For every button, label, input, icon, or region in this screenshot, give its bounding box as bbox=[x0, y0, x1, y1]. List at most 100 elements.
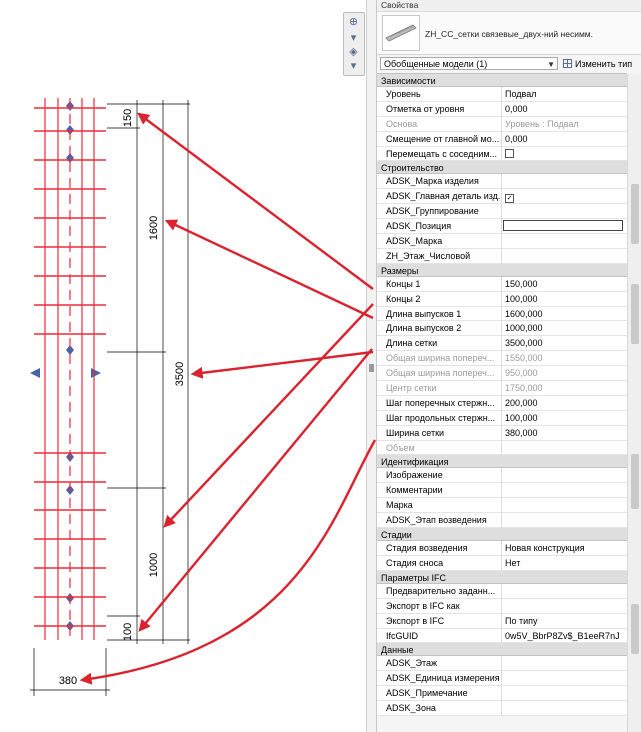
property-row[interactable]: Общая ширина попереч... 950,000 bbox=[377, 366, 627, 382]
property-value[interactable] bbox=[503, 174, 627, 188]
property-row[interactable]: Центр сетки 1750,000 bbox=[377, 381, 627, 396]
property-label: ADSK_Главная деталь изд... bbox=[377, 189, 502, 204]
property-label: ADSK_Группирование bbox=[377, 204, 502, 219]
scrollbar-thumb[interactable] bbox=[631, 454, 639, 509]
property-label: ADSK_Марка изделия bbox=[377, 174, 502, 189]
property-row[interactable]: Шаг продольных стержн... 100,000 bbox=[377, 410, 627, 426]
property-row[interactable]: Длина выпусков 1 1600,000 bbox=[377, 306, 627, 322]
property-row[interactable]: Основа Уровень : Подвал bbox=[377, 116, 627, 132]
checkbox[interactable] bbox=[505, 148, 514, 158]
property-value[interactable]: Нет bbox=[503, 556, 627, 570]
chevron-down-icon: ▼ bbox=[547, 60, 555, 69]
scrollbar-thumb[interactable] bbox=[631, 284, 639, 344]
property-row[interactable]: Объем bbox=[377, 440, 627, 456]
property-row[interactable]: Концы 1 150,000 bbox=[377, 276, 627, 292]
type-selector[interactable]: ZH_CC_сетки связевые_двух-ний несимм. bbox=[377, 12, 641, 55]
property-row[interactable]: ADSK_Марка bbox=[377, 234, 627, 249]
property-value[interactable]: 0,000 bbox=[503, 132, 627, 146]
instance-filter-dropdown[interactable]: Обобщенные модели (1) ▼ bbox=[380, 57, 558, 70]
active-edit-field[interactable] bbox=[503, 220, 623, 232]
property-value[interactable]: 0w5V_BbrP8Zv$_B1eeR7nJ bbox=[503, 629, 627, 643]
drawing-canvas[interactable]: 150 1600 3500 1000 100 380 bbox=[0, 0, 366, 732]
property-value[interactable]: 200,000 bbox=[503, 396, 627, 410]
property-value[interactable] bbox=[503, 468, 627, 482]
property-value[interactable]: 1600,000 bbox=[503, 307, 627, 321]
property-value[interactable] bbox=[503, 204, 627, 218]
property-row[interactable]: Стадия сноса Нет bbox=[377, 555, 627, 571]
property-value[interactable]: 100,000 bbox=[503, 411, 627, 425]
group-header[interactable]: Идентификация bbox=[377, 454, 627, 469]
property-value[interactable] bbox=[503, 498, 627, 512]
property-label: Объем bbox=[377, 440, 502, 455]
property-value[interactable]: Новая конструкция bbox=[503, 541, 627, 555]
zoom-dropdown-icon[interactable]: ▾ bbox=[346, 31, 361, 45]
property-value[interactable] bbox=[503, 656, 627, 670]
property-value[interactable]: 0,000 bbox=[503, 102, 627, 116]
group-header[interactable]: Данные bbox=[377, 642, 627, 657]
property-row[interactable]: ADSK_Главная деталь изд... ✓ bbox=[377, 189, 627, 205]
property-value[interactable]: 1000,000 bbox=[503, 321, 627, 335]
property-row[interactable]: IfcGUID 0w5V_BbrP8Zv$_B1eeR7nJ bbox=[377, 628, 627, 644]
property-row[interactable]: Стадия возведения Новая конструкция bbox=[377, 541, 627, 556]
property-row[interactable]: ADSK_Этаж bbox=[377, 656, 627, 672]
property-value[interactable]: 150,000 bbox=[503, 277, 627, 291]
property-row[interactable]: Уровень Подвал bbox=[377, 87, 627, 102]
navigate-icon[interactable]: ◈ bbox=[346, 45, 361, 59]
property-row[interactable]: ADSK_Единица измерения bbox=[377, 671, 627, 687]
property-value[interactable] bbox=[503, 599, 627, 613]
property-grid-scrollbar[interactable] bbox=[627, 74, 641, 732]
property-row[interactable]: Длина сетки 3500,000 bbox=[377, 336, 627, 352]
property-label: Стадия возведения bbox=[377, 541, 502, 555]
property-row[interactable]: Общая ширина попереч... 1550,000 bbox=[377, 351, 627, 367]
property-value[interactable]: 3500,000 bbox=[503, 336, 627, 350]
property-checkbox[interactable]: ✓ bbox=[503, 189, 627, 204]
property-row[interactable]: ADSK_Позиция bbox=[377, 219, 627, 235]
property-value[interactable]: По типу bbox=[503, 614, 627, 628]
property-row[interactable]: Марка bbox=[377, 498, 627, 514]
property-row[interactable]: ADSK_Этап возведения bbox=[377, 513, 627, 529]
group-header[interactable]: Размеры bbox=[377, 262, 627, 277]
property-row[interactable]: ADSK_Группирование bbox=[377, 204, 627, 220]
property-row[interactable]: Перемещать с соседним... bbox=[377, 146, 627, 162]
property-label: Экспорт в IFC bbox=[377, 613, 502, 628]
property-row[interactable]: ADSK_Марка изделия bbox=[377, 174, 627, 190]
property-row[interactable]: Длина выпусков 2 1000,000 bbox=[377, 321, 627, 337]
property-row[interactable]: Предварительно заданн... bbox=[377, 583, 627, 599]
property-row[interactable]: Отметка от уровня 0,000 bbox=[377, 101, 627, 117]
group-header[interactable]: Зависимости bbox=[377, 73, 627, 87]
nav-dropdown-icon[interactable]: ▾ bbox=[346, 59, 361, 73]
property-row[interactable]: ADSK_Зона bbox=[377, 701, 627, 716]
property-row[interactable]: ADSK_Примечание bbox=[377, 686, 627, 702]
property-row[interactable]: Ширина сетки 380,000 bbox=[377, 425, 627, 441]
property-row[interactable]: Изображение bbox=[377, 468, 627, 484]
property-label: ADSK_Марка bbox=[377, 234, 502, 248]
property-label: Комментарии bbox=[377, 483, 502, 498]
property-row[interactable]: Экспорт в IFC как bbox=[377, 598, 627, 614]
property-value[interactable] bbox=[503, 483, 627, 497]
checkbox[interactable]: ✓ bbox=[505, 194, 514, 204]
property-value[interactable] bbox=[503, 584, 627, 598]
property-row[interactable]: Комментарии bbox=[377, 483, 627, 499]
zoom-icon[interactable]: ⊕ bbox=[346, 15, 361, 29]
property-row[interactable]: Смещение от главной мо... 0,000 bbox=[377, 131, 627, 147]
group-header[interactable]: Параметры IFC bbox=[377, 569, 627, 584]
property-value[interactable]: 380,000 bbox=[503, 426, 627, 440]
group-header[interactable]: Стадии bbox=[377, 527, 627, 542]
scrollbar-thumb[interactable] bbox=[631, 604, 639, 654]
property-row[interactable]: Шаг поперечных стержн... 200,000 bbox=[377, 395, 627, 411]
edit-type-button[interactable]: Изменить тип bbox=[563, 57, 632, 71]
property-value[interactable] bbox=[503, 671, 627, 685]
scrollbar-thumb[interactable] bbox=[631, 184, 639, 244]
property-value[interactable] bbox=[503, 701, 627, 715]
property-row[interactable]: Экспорт в IFC По типу bbox=[377, 613, 627, 629]
property-value[interactable]: 100,000 bbox=[503, 292, 627, 306]
property-value[interactable] bbox=[503, 249, 627, 263]
property-row[interactable]: Концы 2 100,000 bbox=[377, 291, 627, 307]
property-checkbox[interactable] bbox=[503, 147, 627, 161]
property-value[interactable] bbox=[503, 234, 627, 248]
property-value[interactable] bbox=[503, 686, 627, 700]
property-row[interactable]: ZH_Этаж_Числовой bbox=[377, 248, 627, 264]
group-header[interactable]: Строительство bbox=[377, 160, 627, 175]
property-value[interactable] bbox=[503, 513, 627, 527]
property-value[interactable]: Подвал bbox=[503, 87, 627, 101]
